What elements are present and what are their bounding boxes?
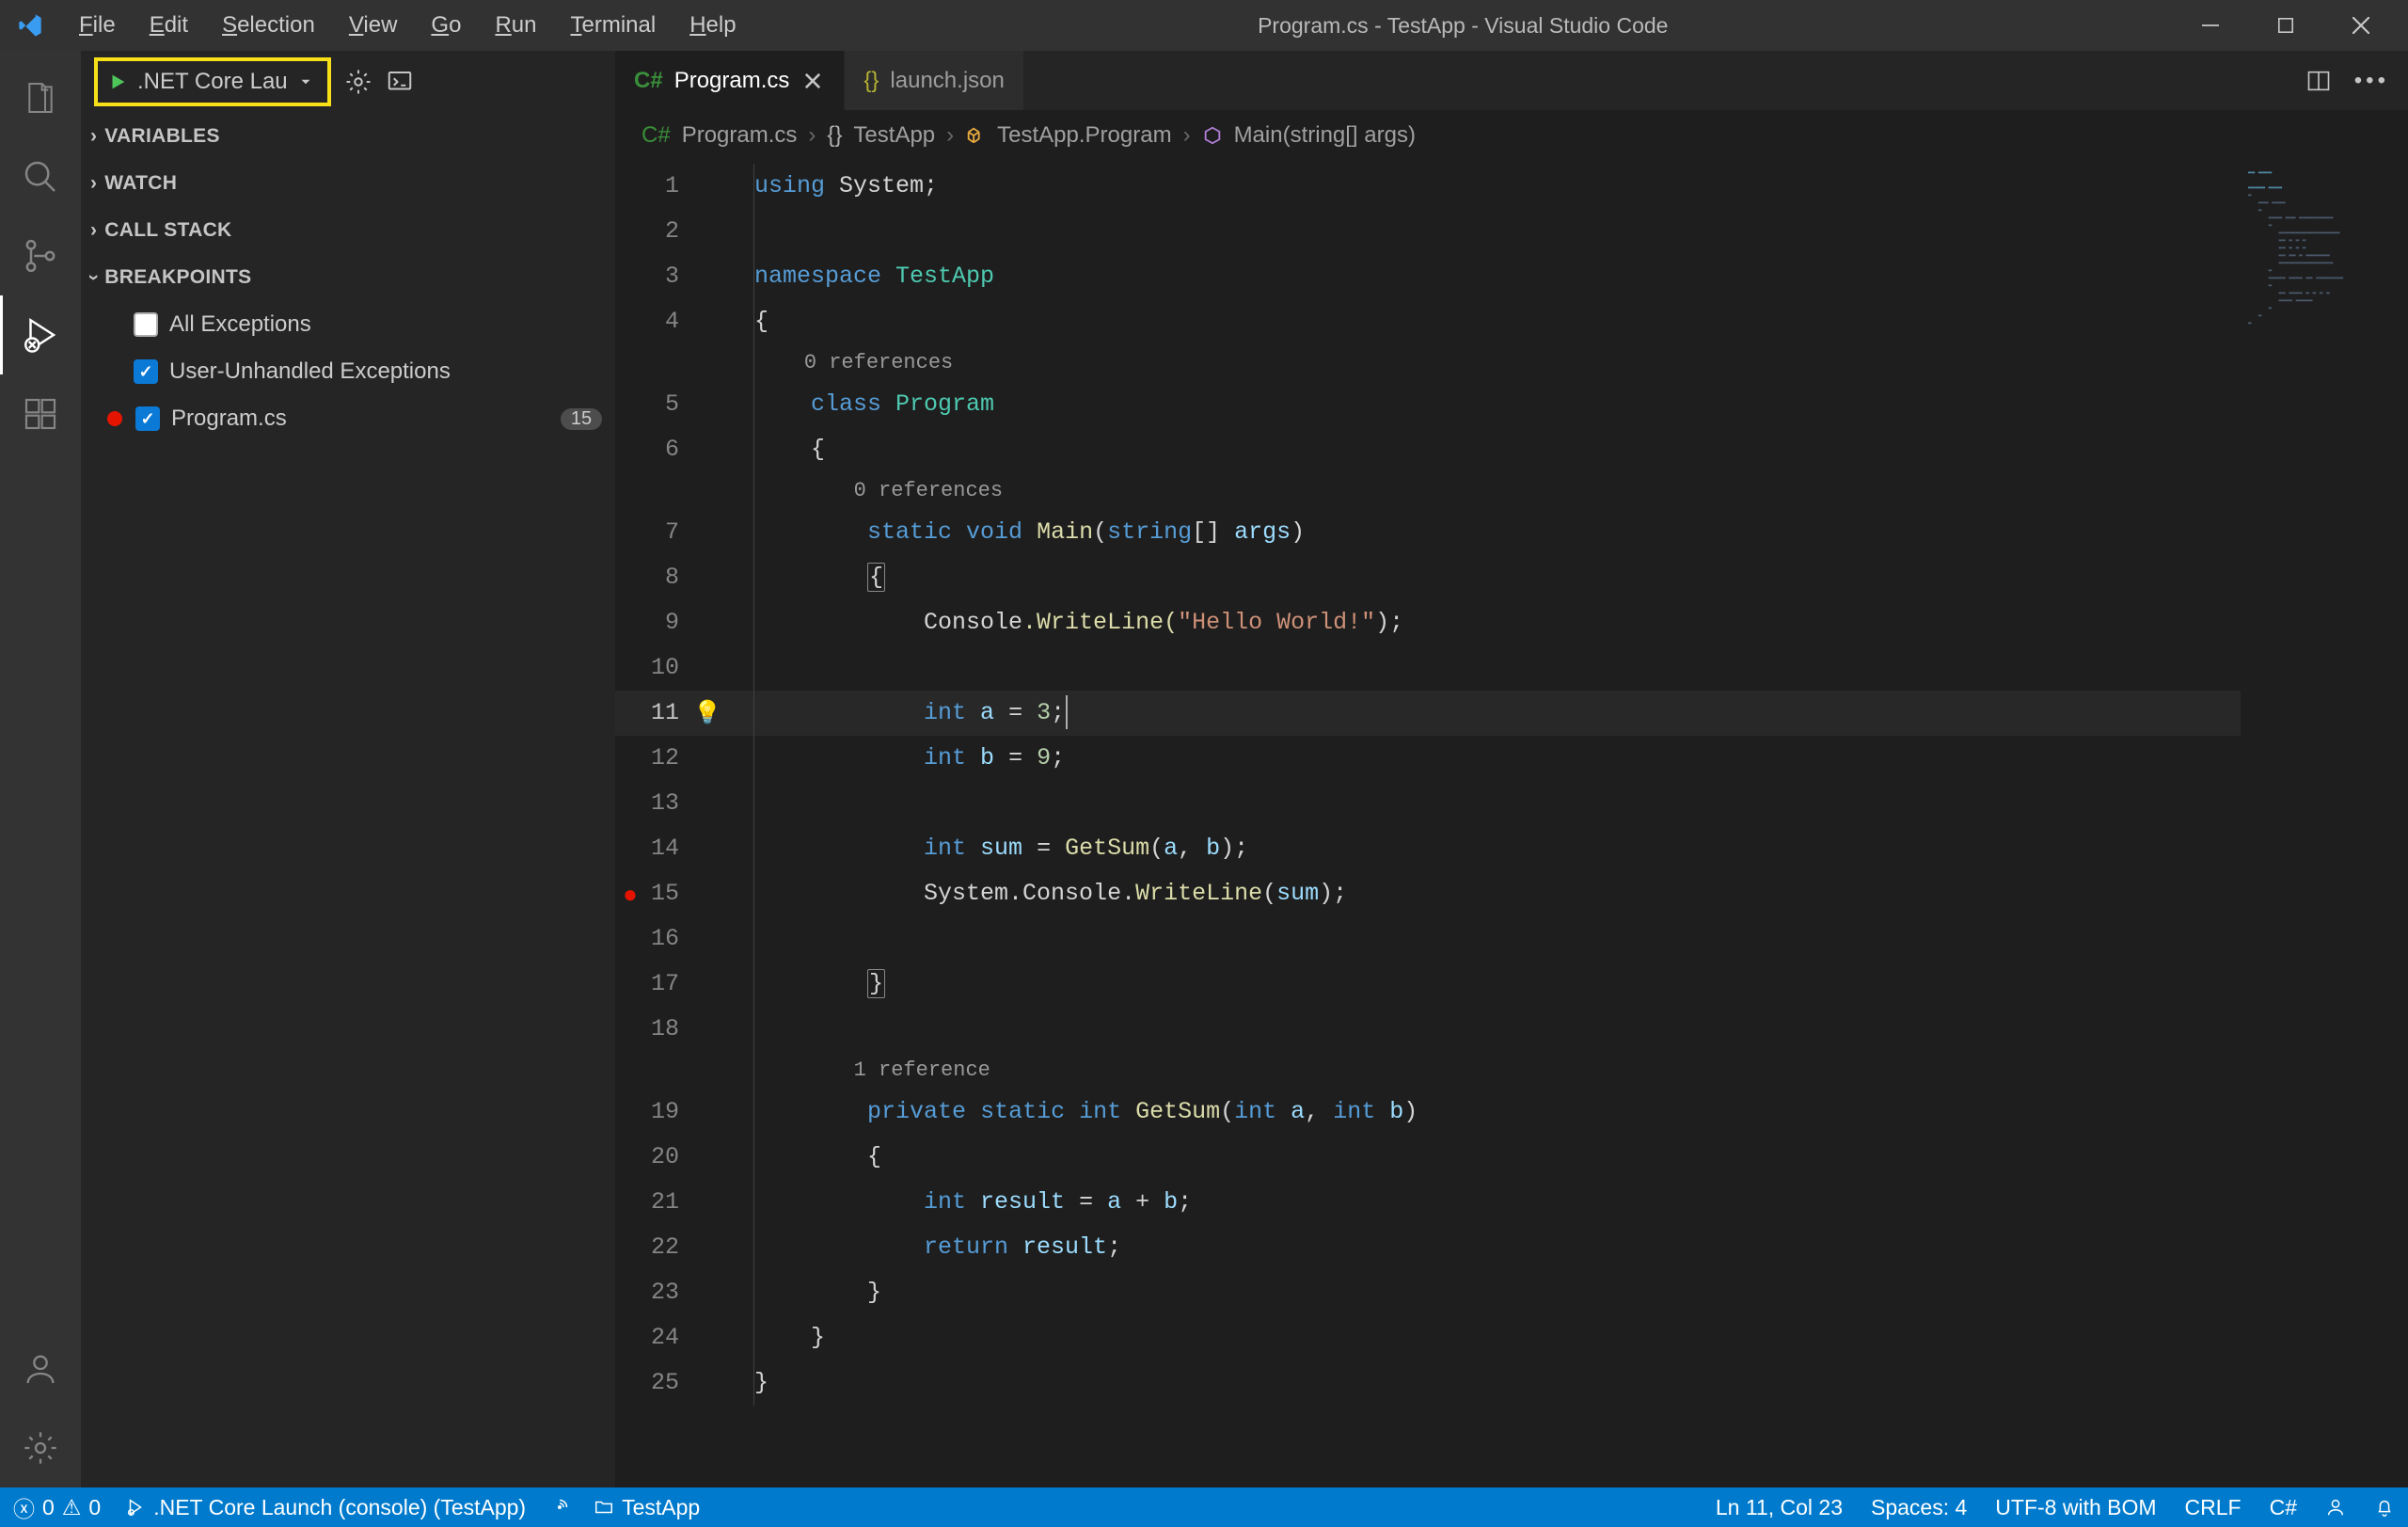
csharp-file-icon: C# <box>642 122 671 149</box>
activity-search[interactable] <box>0 137 81 216</box>
menu-go[interactable]: Go <box>414 7 478 44</box>
editor-tabs: C# Program.cs {} launch.json ••• <box>615 51 2408 111</box>
window-maximize-button[interactable] <box>2248 0 2323 51</box>
close-icon[interactable] <box>800 69 825 93</box>
status-folder[interactable]: TestApp <box>594 1495 700 1520</box>
menu-terminal[interactable]: Terminal <box>553 7 673 44</box>
status-problems[interactable]: ⓧ0 ⚠0 <box>13 1491 101 1523</box>
breakpoint-line-badge: 15 <box>561 408 602 430</box>
json-file-icon: {} <box>863 68 879 94</box>
breakpoint-all-exceptions[interactable]: All Exceptions <box>107 301 615 348</box>
play-icon <box>107 72 128 92</box>
split-editor-icon[interactable] <box>2305 68 2332 94</box>
namespace-icon: {} <box>827 122 842 149</box>
menu-edit[interactable]: Edit <box>133 7 205 44</box>
tab-launch-json[interactable]: {} launch.json <box>845 51 1023 110</box>
debug-toolbar: .NET Core Lau <box>81 51 615 113</box>
breakpoint-user-unhandled[interactable]: ✓ User-Unhandled Exceptions <box>107 348 615 395</box>
status-launch-config[interactable]: .NET Core Launch (console) (TestApp) <box>125 1495 526 1520</box>
main-area: .NET Core Lau › VARIABLES › WATCH › CALL… <box>0 51 2408 1487</box>
checkbox-unchecked-icon[interactable] <box>134 312 158 337</box>
status-bar: ⓧ0 ⚠0 .NET Core Launch (console) (TestAp… <box>0 1487 2408 1527</box>
activity-account[interactable] <box>0 1329 81 1408</box>
lightbulb-icon[interactable]: 💡 <box>693 691 721 736</box>
menu-selection[interactable]: Selection <box>205 7 332 44</box>
activity-settings[interactable] <box>0 1408 81 1487</box>
error-icon: ⓧ <box>13 1491 35 1523</box>
status-live-share[interactable] <box>550 1498 569 1517</box>
checkbox-checked-icon[interactable]: ✓ <box>134 359 158 384</box>
breakpoint-icon[interactable]: ● <box>623 880 638 908</box>
menu-help[interactable]: Help <box>673 7 752 44</box>
breadcrumbs[interactable]: C# Program.cs › {} TestApp › TestApp.Pro… <box>615 111 2408 160</box>
section-variables[interactable]: › VARIABLES <box>81 113 615 160</box>
launch-config-selector[interactable]: .NET Core Lau <box>94 57 331 106</box>
checkbox-checked-icon[interactable]: ✓ <box>135 406 160 431</box>
status-indentation[interactable]: Spaces: 4 <box>1871 1495 1967 1520</box>
minimap[interactable]: ▬▬ ▬▬▬▬ ▬▬▬▬▬ ▬▬▬▬ ▬ ▬▬▬ ▬▬▬▬ ▬ ▬▬▬▬ ▬▬▬… <box>2241 160 2408 1487</box>
editor-group: C# Program.cs {} launch.json ••• C# Prog… <box>615 51 2408 1487</box>
tab-program-cs[interactable]: C# Program.cs <box>615 51 845 110</box>
section-callstack[interactable]: › CALL STACK <box>81 207 615 254</box>
sidebar-run-debug: .NET Core Lau › VARIABLES › WATCH › CALL… <box>81 51 615 1487</box>
title-bar: File Edit Selection View Go Run Terminal… <box>0 0 2408 51</box>
chevron-right-icon: › <box>90 125 97 148</box>
vscode-logo-icon <box>9 12 51 39</box>
menu-view[interactable]: View <box>332 7 415 44</box>
menu-file[interactable]: File <box>62 7 133 44</box>
debug-console-icon[interactable] <box>386 68 414 96</box>
activity-source-control[interactable] <box>0 216 81 295</box>
status-feedback-icon[interactable] <box>2325 1497 2346 1518</box>
status-eol[interactable]: CRLF <box>2185 1495 2242 1520</box>
status-cursor-position[interactable]: Ln 11, Col 23 <box>1716 1495 1843 1520</box>
folder-icon <box>594 1497 614 1518</box>
menu-bar: File Edit Selection View Go Run Terminal… <box>62 7 753 44</box>
debug-icon <box>125 1497 146 1518</box>
status-language[interactable]: C# <box>2270 1495 2297 1520</box>
status-encoding[interactable]: UTF-8 with BOM <box>1995 1495 2156 1520</box>
chevron-right-icon: › <box>90 219 97 242</box>
open-launch-json-icon[interactable] <box>344 68 372 96</box>
activity-run-debug[interactable] <box>0 295 81 374</box>
activity-bar <box>0 51 81 1487</box>
activity-extensions[interactable] <box>0 374 81 453</box>
window-title: Program.cs - TestApp - Visual Studio Cod… <box>753 13 2173 39</box>
more-actions-icon[interactable]: ••• <box>2354 68 2389 94</box>
breakpoint-file[interactable]: ✓ Program.cs 15 <box>107 395 615 442</box>
status-notifications-icon[interactable] <box>2374 1497 2395 1518</box>
method-icon <box>1202 125 1223 146</box>
chevron-right-icon: › <box>90 172 97 195</box>
class-icon <box>965 125 986 146</box>
csharp-file-icon: C# <box>634 68 663 94</box>
broadcast-icon <box>550 1498 569 1517</box>
section-watch[interactable]: › WATCH <box>81 160 615 207</box>
section-breakpoints[interactable]: › BREAKPOINTS <box>81 254 615 301</box>
warning-icon: ⚠ <box>62 1495 82 1520</box>
window-minimize-button[interactable] <box>2173 0 2248 51</box>
breakpoint-dot-icon <box>107 411 122 426</box>
launch-config-label: .NET Core Lau <box>137 69 288 95</box>
window-close-button[interactable] <box>2323 0 2399 51</box>
code-editor[interactable]: 1using System; 2 3namespace TestApp 4{ 0… <box>615 160 2408 1487</box>
text-cursor <box>1066 695 1068 729</box>
menu-run[interactable]: Run <box>478 7 553 44</box>
chevron-down-icon <box>297 73 314 90</box>
chevron-down-icon: › <box>83 274 105 280</box>
activity-explorer[interactable] <box>0 58 81 137</box>
breakpoints-list: All Exceptions ✓ User-Unhandled Exceptio… <box>81 301 615 442</box>
